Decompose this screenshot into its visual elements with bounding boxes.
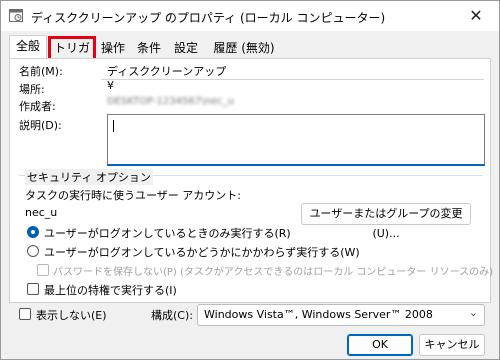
account-prompt: タスクの実行時に使うユーザー アカウント: <box>25 189 241 202</box>
task-scheduler-icon <box>9 9 23 22</box>
no-store-password-checkbox[interactable] <box>37 264 49 276</box>
location-value: ¥ <box>107 79 114 92</box>
hidden-checkbox[interactable] <box>19 308 31 320</box>
description-field[interactable] <box>107 114 485 166</box>
radio-run-when-logged-on-label: ユーザーがログオンしているときのみ実行する(R) <box>44 227 291 240</box>
tab-general[interactable]: 全般 <box>9 35 47 59</box>
no-store-password-label: パスワードを保存しない(P) (タスクがアクセスできるのはローカル コンピュータ… <box>53 267 493 278</box>
author-label: 作成者: <box>19 100 56 113</box>
name-underline <box>101 79 484 80</box>
ok-button-label: OK <box>372 338 388 351</box>
configure-select[interactable]: Windows Vista™, Windows Server™ 2008 ⌄ <box>197 304 485 326</box>
text-caret <box>113 120 114 132</box>
tab-conditions[interactable]: 条件 <box>133 37 165 58</box>
task-properties-window: ディスククリーンアップ のプロパティ (ローカル コンピューター) ✕ 全般 ト… <box>0 0 500 360</box>
tab-history-label: 履歴 (無効) <box>213 41 275 55</box>
tab-history[interactable]: 履歴 (無効) <box>207 37 281 58</box>
author-value: DESKTOP-1234567\nec_u <box>107 96 234 107</box>
chevron-down-icon: ⌄ <box>468 306 478 319</box>
configure-label: 構成(C): <box>151 309 193 322</box>
name-value: ディスククリーンアップ <box>107 65 227 78</box>
location-label: 場所: <box>19 83 45 96</box>
radio-run-when-logged-on[interactable] <box>27 226 39 238</box>
hidden-label: 表示しない(E) <box>36 309 107 322</box>
description-label: 説明(D): <box>19 119 62 132</box>
tab-settings-label: 設定 <box>173 41 198 55</box>
security-group-label: セキュリティ オプション <box>25 169 153 185</box>
tab-conditions-label: 条件 <box>136 41 161 55</box>
name-label: 名前(M): <box>19 65 63 78</box>
cancel-button-label: キャンセル <box>424 338 480 351</box>
account-value: nec_u <box>25 206 58 219</box>
configure-value: Windows Vista™, Windows Server™ 2008 <box>204 308 433 321</box>
title-bar: ディスククリーンアップ のプロパティ (ローカル コンピューター) ✕ <box>1 1 499 31</box>
window-title: ディスククリーンアップ のプロパティ (ローカル コンピューター) <box>31 11 386 25</box>
radio-run-whether-logged-on[interactable] <box>27 245 39 257</box>
tab-actions-label: 操作 <box>100 41 125 55</box>
tab-actions[interactable]: 操作 <box>97 37 129 58</box>
tab-settings[interactable]: 設定 <box>170 37 202 58</box>
change-user-button[interactable]: ユーザーまたはグループの変更(U)... <box>301 203 471 240</box>
highest-privileges-checkbox[interactable] <box>27 283 39 295</box>
close-icon[interactable]: ✕ <box>461 5 491 27</box>
highest-privileges-label: 最上位の特権で実行する(I) <box>44 284 177 297</box>
tab-general-label: 全般 <box>15 39 40 53</box>
ok-button[interactable]: OK <box>347 334 413 356</box>
cancel-button[interactable]: キャンセル <box>419 334 485 356</box>
radio-run-whether-logged-on-label: ユーザーがログオンしているかどうかにかかわらず実行する(W) <box>44 246 360 259</box>
